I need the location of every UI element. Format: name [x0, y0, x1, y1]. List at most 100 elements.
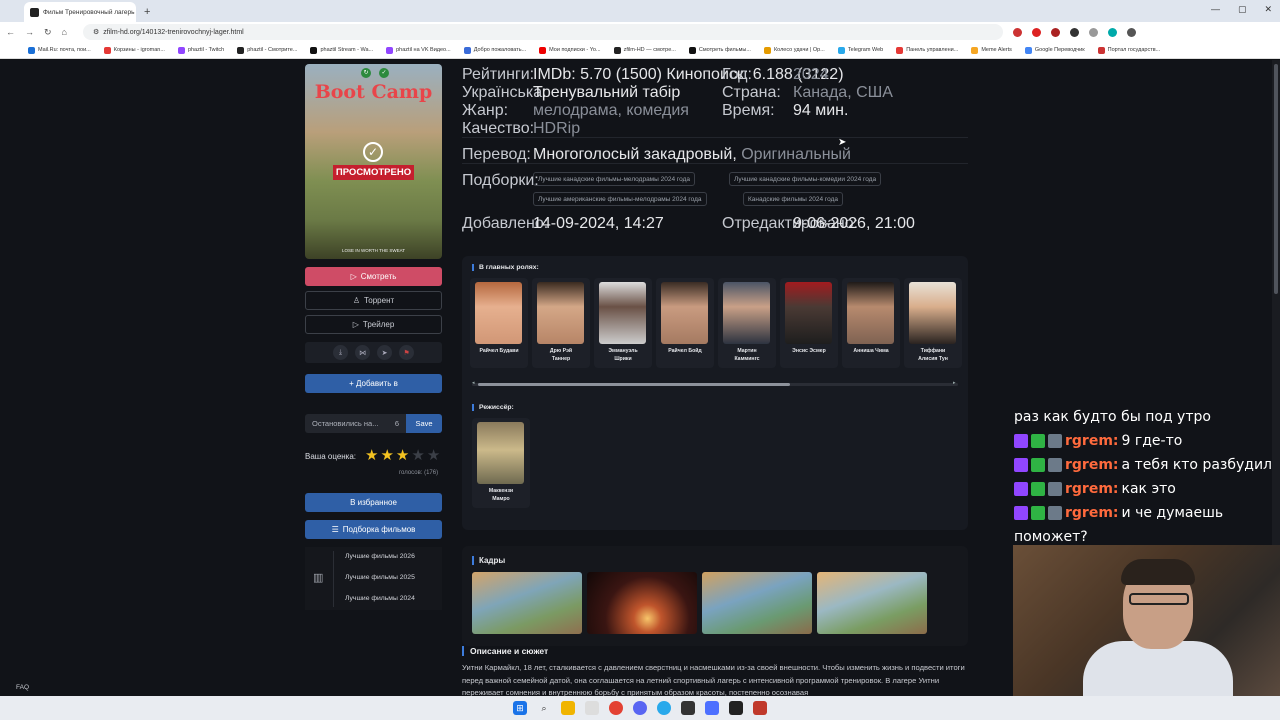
share-icon[interactable]: ⋈ — [355, 345, 370, 360]
trailer-button[interactable]: ▷ Трейлер — [305, 315, 442, 334]
new-tab-button[interactable]: + — [144, 6, 150, 18]
extension-icon[interactable] — [1050, 27, 1060, 37]
frame-thumbnail[interactable] — [817, 572, 927, 634]
extension-icon[interactable] — [1069, 27, 1079, 37]
bookmark-item[interactable]: Портал государств... — [1097, 46, 1160, 54]
collection-chip[interactable]: Канадские фильмы 2024 года — [743, 192, 844, 206]
list-link[interactable]: Лучшие фильмы 2026 — [345, 553, 415, 560]
country-link[interactable]: Канада, США — [793, 84, 893, 102]
torrent-button[interactable]: ♙ Торрент — [305, 291, 442, 310]
bookmark-item[interactable]: Добро пожаловать... — [463, 46, 526, 54]
bookmark-item[interactable]: Колесо удачи | Op... — [763, 46, 825, 54]
frame-thumbnail[interactable] — [587, 572, 697, 634]
extension-icon[interactable] — [1088, 27, 1098, 37]
year-link[interactable]: 2024 — [793, 66, 829, 84]
stopped-at-field[interactable]: Остановились на... 6 Save — [305, 414, 442, 433]
forward-icon[interactable]: → — [25, 27, 34, 37]
maximize-icon[interactable]: ▢ — [1238, 4, 1247, 15]
actor-card[interactable]: Анниша Чима — [842, 278, 900, 368]
rating-star-icon[interactable]: ★ — [396, 448, 409, 463]
close-window-icon[interactable]: ✕ — [1264, 4, 1272, 15]
actor-card[interactable]: Эммануэль Шрики — [594, 278, 652, 368]
favorites-button[interactable]: В избранное — [305, 493, 442, 512]
save-button[interactable]: Save — [406, 414, 442, 433]
profile-avatar[interactable] — [1126, 27, 1136, 37]
scroll-right-icon[interactable]: ▸ — [953, 380, 956, 386]
list-link[interactable]: Лучшие фильмы 2025 — [345, 574, 415, 581]
discord-icon[interactable] — [633, 701, 647, 715]
rating-star-icon[interactable]: ★ — [380, 448, 393, 463]
quality-link[interactable]: HDRip — [533, 120, 580, 138]
actor-name: Райчел Бойд — [668, 348, 702, 354]
notepad-icon[interactable] — [585, 701, 599, 715]
chrome-icon[interactable] — [609, 701, 623, 715]
actor-card[interactable]: Тиффани Алисия Тун — [904, 278, 962, 368]
bookmark-item[interactable]: Google Переводчик — [1024, 46, 1085, 54]
rating-star-icon[interactable]: ★ — [411, 448, 424, 463]
extension-icon[interactable] — [1107, 27, 1117, 37]
list-link[interactable]: Лучшие фильмы 2024 — [345, 595, 415, 602]
bookmark-item[interactable]: zfilm-HD — смотре... — [613, 46, 676, 54]
rating-star-icon[interactable]: ★ — [365, 448, 378, 463]
bookmark-item[interactable]: phaztil на VK Видео... — [386, 46, 451, 54]
collection-chip[interactable]: Лучшие канадские фильмы-комедии 2024 год… — [729, 172, 882, 186]
app-icon[interactable] — [753, 701, 767, 715]
scroll-left-icon[interactable]: ◂ — [472, 380, 475, 386]
extension-icon[interactable] — [1012, 27, 1022, 37]
actor-card[interactable]: Райчел Будави — [470, 278, 528, 368]
stopped-at-input[interactable]: Остановились на... 6 — [305, 414, 406, 433]
download-icon[interactable]: ⤓ — [333, 345, 348, 360]
browser-tab[interactable]: Фильм Тренировочный лагерь✕ — [24, 2, 136, 22]
bookmark-item[interactable]: Корзины - igroman... — [103, 46, 165, 54]
site-info-icon[interactable]: ⚙ — [93, 28, 99, 36]
faq-link[interactable]: FAQ — [16, 684, 29, 691]
bookmark-item[interactable]: Meme Alerts — [971, 46, 1012, 54]
watch-button[interactable]: ▷ Смотреть — [305, 267, 442, 286]
page-scroll-thumb[interactable] — [1274, 64, 1278, 294]
messenger-icon[interactable] — [705, 701, 719, 715]
bookmark-item[interactable]: Telegram Web — [837, 46, 883, 54]
chat-username: rgrem: — [1065, 505, 1119, 521]
bookmark-item[interactable]: phaztil - Twitch — [177, 46, 224, 54]
bookmark-item[interactable]: phaztil - Смотрите... — [237, 46, 297, 54]
home-icon[interactable]: ⌂ — [62, 27, 67, 37]
genre-links[interactable]: мелодрама, комедия — [533, 102, 689, 120]
bookmark-item[interactable]: phaztil Stream - Wa... — [310, 46, 373, 54]
bookmark-item[interactable]: Панель управлени... — [896, 46, 958, 54]
cast-scroll-thumb[interactable] — [478, 383, 790, 386]
rating-star-icon[interactable]: ★ — [427, 448, 440, 463]
frame-thumbnail[interactable] — [472, 572, 582, 634]
rating-stars[interactable]: ★ ★ ★ ★ ★ — [365, 448, 440, 463]
reload-icon[interactable]: ↻ — [44, 27, 52, 38]
movie-poster[interactable]: ↻ ✓ Boot Camp ✓ ПРОСМОТРЕНО LOSE IN WORTH… — [305, 64, 442, 259]
bookmarks-bar: Mail.Ru: почта, пои... Корзины - igroman.… — [0, 42, 1280, 59]
director-card[interactable]: Маккензи Мамро — [472, 418, 530, 508]
address-bar[interactable]: ⚙ zfilm-hd.org/140132-trenirovochnyj-lage… — [82, 24, 1003, 40]
collection-button[interactable]: ☰ Подборка фильмов — [305, 520, 442, 539]
collection-chip[interactable]: Лучшие американские фильмы-мелодрамы 202… — [533, 192, 707, 206]
bookmark-item[interactable]: Смотреть фильмы... — [688, 46, 751, 54]
back-icon[interactable]: ← — [6, 27, 15, 37]
bookmark-favicon-icon — [310, 46, 318, 54]
bookmark-favicon-icon — [28, 46, 35, 54]
extension-icon[interactable] — [1031, 27, 1041, 37]
bookmark-item[interactable]: Mail.Ru: почта, пои... — [28, 46, 91, 54]
twitch-badge-icon — [1014, 482, 1028, 496]
actor-card[interactable]: Райчел Бойд — [656, 278, 714, 368]
lock-icon[interactable] — [681, 701, 695, 715]
start-icon[interactable]: ⊞ — [513, 701, 527, 715]
actor-card[interactable]: Дрю Рэй Таннер — [532, 278, 590, 368]
telegram-icon[interactable] — [657, 701, 671, 715]
search-icon[interactable]: ⌕ — [537, 701, 551, 715]
collection-chip[interactable]: Лучшие канадские фильмы-мелодрамы 2024 г… — [533, 172, 695, 186]
frame-thumbnail[interactable] — [702, 572, 812, 634]
actor-card[interactable]: Мартин Каммингс — [718, 278, 776, 368]
telegram-icon[interactable]: ➤ — [377, 345, 392, 360]
flag-icon[interactable]: ⚑ — [399, 345, 414, 360]
minimize-icon[interactable]: — — [1211, 4, 1220, 15]
actor-card[interactable]: Энсис Эсмер — [780, 278, 838, 368]
bookmark-item[interactable]: Мои подписки - Yo... — [539, 46, 601, 54]
add-to-button[interactable]: + Добавить в — [305, 374, 442, 393]
file-explorer-icon[interactable] — [561, 701, 575, 715]
obs-icon[interactable] — [729, 701, 743, 715]
